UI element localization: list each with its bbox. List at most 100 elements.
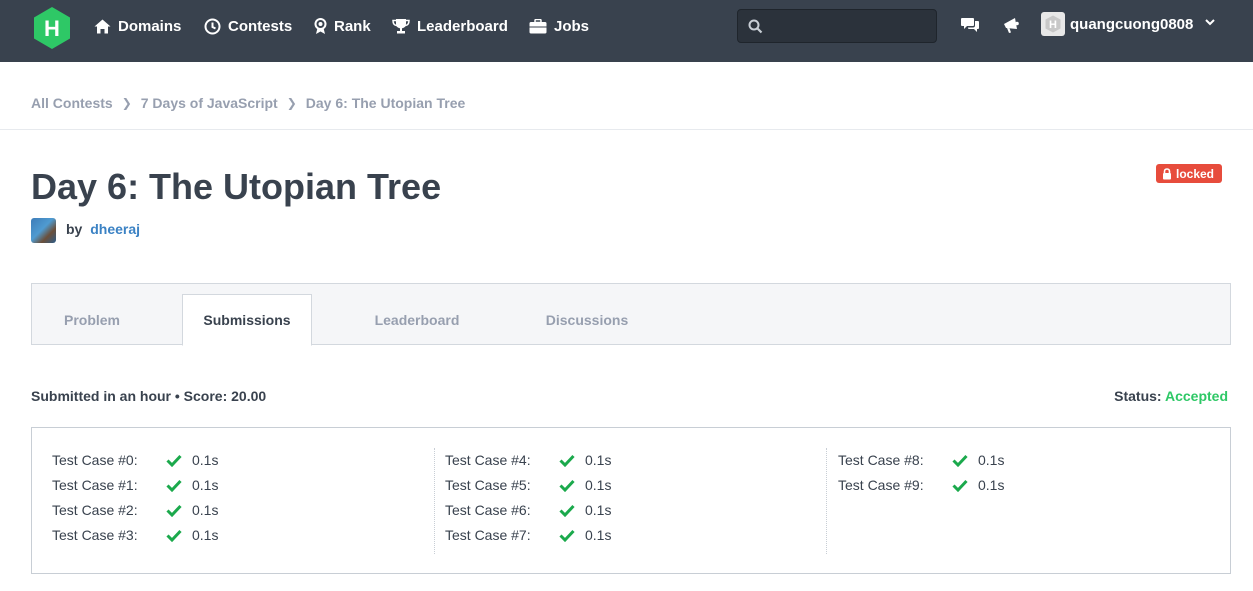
breadcrumb-all-contests[interactable]: All Contests [31, 95, 113, 111]
briefcase-icon [529, 18, 547, 33]
test-case-label: Test Case #3: [52, 527, 138, 543]
user-avatar[interactable]: H [1041, 12, 1065, 36]
test-case-label: Test Case #9: [838, 477, 924, 493]
submission-status: Status: Accepted [1114, 388, 1228, 404]
test-case-time: 0.1s [585, 502, 612, 518]
tab-problem-label: Problem [63, 311, 120, 328]
hackerrank-logo[interactable]: H [32, 6, 72, 50]
test-case-time: 0.1s [585, 527, 612, 543]
chat-icon[interactable] [959, 14, 981, 36]
check-icon [952, 454, 978, 467]
check-icon [952, 479, 978, 492]
search-icon [748, 19, 763, 34]
nav-contests[interactable]: Contests [204, 0, 292, 52]
lock-icon [1163, 167, 1171, 179]
nav-rank[interactable]: Rank [314, 0, 371, 52]
chevron-right-icon: ❯ [286, 96, 297, 110]
test-case-time: 0.1s [585, 452, 612, 468]
test-case-label: Test Case #6: [445, 502, 531, 518]
check-icon [166, 529, 192, 542]
nav-contests-label: Contests [228, 17, 293, 35]
top-navigation-bar: H Domains Contests Rank Leaderboard Jobs… [0, 0, 1253, 62]
submission-summary: Submitted in an hour • Score: 20.00 [31, 388, 267, 404]
status-value: Accepted [1164, 388, 1228, 404]
check-icon [559, 504, 585, 517]
test-case-results: Test Case #0: 0.1s Test Case #1: 0.1s Te… [31, 427, 1231, 574]
author-line: by dheeraj [66, 221, 140, 237]
chevron-right-icon: ❯ [121, 96, 132, 110]
test-case-row: Test Case #5: 0.1s [445, 475, 611, 495]
breadcrumb-contest[interactable]: 7 Days of JavaScript [141, 95, 278, 111]
test-case-time: 0.1s [978, 477, 1005, 493]
test-case-time: 0.1s [192, 477, 219, 493]
nav-jobs[interactable]: Jobs [529, 0, 589, 52]
medal-icon [314, 17, 327, 34]
check-icon [559, 479, 585, 492]
tab-discussions-label: Discussions [545, 311, 629, 328]
test-case-column: Test Case #4: 0.1s Test Case #5: 0.1s Te… [434, 448, 826, 554]
test-case-row: Test Case #7: 0.1s [445, 525, 611, 545]
svg-text:H: H [1049, 19, 1057, 31]
test-case-row: Test Case #3: 0.1s [52, 525, 218, 545]
search-input[interactable] [770, 10, 930, 42]
author-link[interactable]: dheeraj [90, 221, 140, 237]
tab-leaderboard[interactable]: Leaderboard [352, 294, 482, 345]
nav-rank-label: Rank [334, 17, 371, 35]
breadcrumb: All Contests ❯ 7 Days of JavaScript ❯ Da… [31, 95, 465, 111]
test-case-label: Test Case #1: [52, 477, 138, 493]
page-title: Day 6: The Utopian Tree [31, 166, 442, 207]
test-case-label: Test Case #0: [52, 452, 138, 468]
test-case-row: Test Case #2: 0.1s [52, 500, 218, 520]
check-icon [559, 529, 585, 542]
test-case-label: Test Case #5: [445, 477, 531, 493]
test-case-time: 0.1s [978, 452, 1005, 468]
test-case-column: Test Case #8: 0.1s Test Case #9: 0.1s [826, 448, 1216, 554]
test-case-label: Test Case #7: [445, 527, 531, 543]
nav-domains[interactable]: Domains [94, 0, 181, 52]
nav-jobs-label: Jobs [554, 17, 590, 35]
challenge-tabs: Problem Submissions Leaderboard Discussi… [31, 283, 1231, 346]
test-case-label: Test Case #2: [52, 502, 138, 518]
logo-letter: H [44, 16, 60, 41]
chevron-down-icon[interactable] [1204, 16, 1216, 28]
search-box[interactable] [737, 9, 937, 43]
check-icon [166, 454, 192, 467]
test-case-label: Test Case #8: [838, 452, 924, 468]
test-case-row: Test Case #8: 0.1s [838, 450, 1004, 470]
test-case-row: Test Case #9: 0.1s [838, 475, 1004, 495]
breadcrumb-bar: All Contests ❯ 7 Days of JavaScript ❯ Da… [0, 62, 1253, 130]
tab-leaderboard-label: Leaderboard [374, 311, 460, 328]
tab-discussions[interactable]: Discussions [522, 294, 652, 345]
test-case-time: 0.1s [192, 452, 219, 468]
home-icon [94, 19, 111, 33]
clock-icon [204, 18, 221, 34]
status-label: Status: [1114, 388, 1162, 404]
user-avatar-h-icon: H [1045, 15, 1061, 33]
locked-label: locked [1176, 166, 1215, 181]
test-case-label: Test Case #4: [445, 452, 531, 468]
trophy-icon [392, 19, 410, 34]
megaphone-icon[interactable] [1000, 14, 1022, 36]
test-case-time: 0.1s [585, 477, 612, 493]
nav-domains-label: Domains [118, 17, 182, 35]
test-case-column: Test Case #0: 0.1s Test Case #1: 0.1s Te… [32, 448, 434, 554]
by-label: by [66, 221, 83, 237]
tab-problem[interactable]: Problem [32, 294, 152, 345]
test-case-time: 0.1s [192, 502, 219, 518]
test-case-row: Test Case #6: 0.1s [445, 500, 611, 520]
check-icon [166, 479, 192, 492]
nav-leaderboard[interactable]: Leaderboard [392, 0, 508, 52]
test-case-time: 0.1s [192, 527, 219, 543]
tab-submissions[interactable]: Submissions [182, 294, 312, 346]
test-case-row: Test Case #0: 0.1s [52, 450, 218, 470]
check-icon [559, 454, 585, 467]
author-avatar[interactable] [31, 218, 56, 243]
breadcrumb-challenge[interactable]: Day 6: The Utopian Tree [306, 95, 465, 111]
locked-badge: locked [1156, 164, 1223, 183]
nav-leaderboard-label: Leaderboard [417, 17, 508, 35]
test-case-row: Test Case #4: 0.1s [445, 450, 611, 470]
check-icon [166, 504, 192, 517]
test-case-row: Test Case #1: 0.1s [52, 475, 218, 495]
tab-submissions-label: Submissions [203, 312, 291, 328]
username[interactable]: quangcuong0808 [1070, 16, 1193, 33]
